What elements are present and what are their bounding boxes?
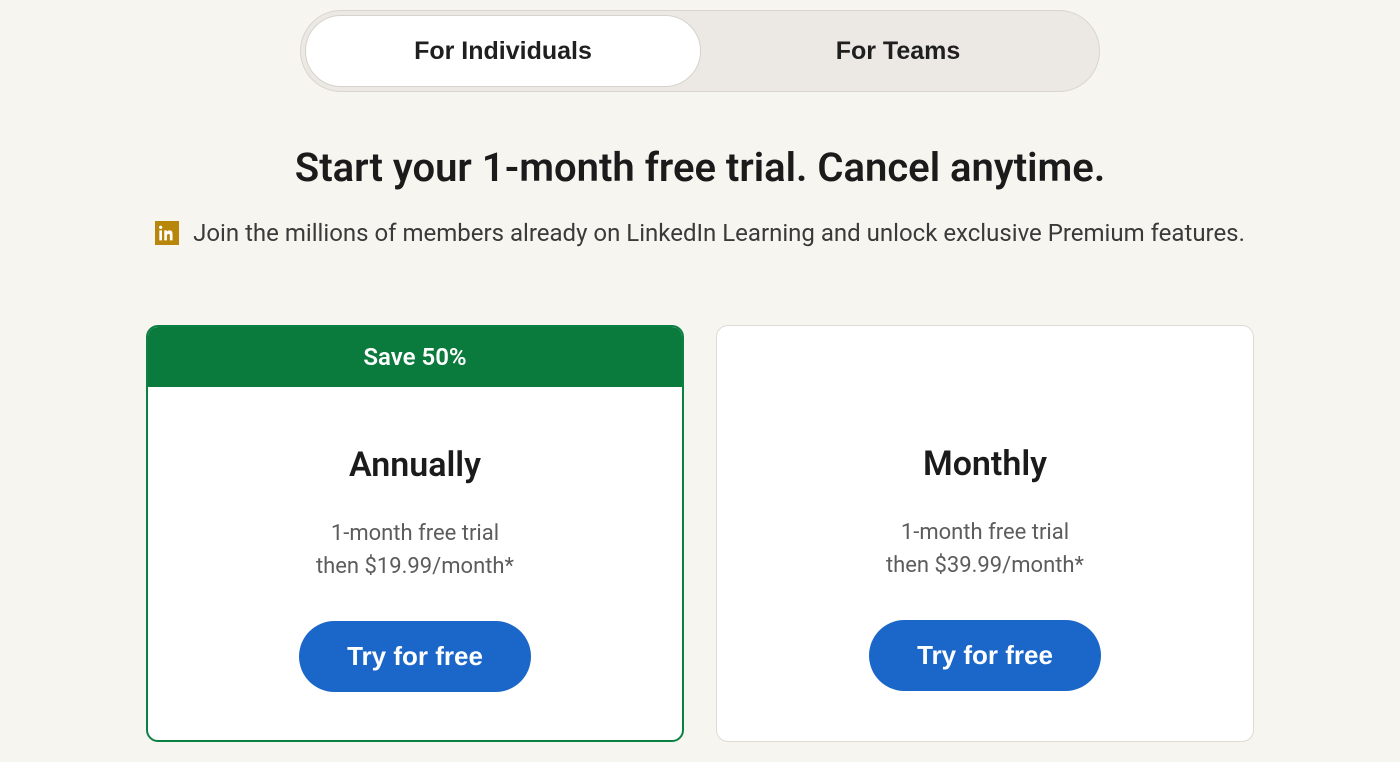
audience-toggle: For Individuals For Teams (300, 10, 1100, 92)
plan-monthly-desc: 1-month free trial then $39.99/month* (886, 516, 1084, 582)
pricing-plans: Save 50% Annually 1-month free trial the… (146, 325, 1254, 742)
plan-annually: Save 50% Annually 1-month free trial the… (146, 325, 684, 742)
tab-individuals[interactable]: For Individuals (305, 15, 701, 87)
try-free-annually-button[interactable]: Try for free (299, 621, 531, 692)
linkedin-icon (155, 221, 179, 245)
try-free-monthly-button[interactable]: Try for free (869, 620, 1101, 691)
save-badge: Save 50% (148, 327, 682, 387)
plan-annually-title: Annually (349, 445, 481, 485)
plan-monthly-line1: 1-month free trial (886, 516, 1084, 549)
plan-monthly-title: Monthly (923, 444, 1047, 484)
plan-annually-desc: 1-month free trial then $19.99/month* (316, 517, 514, 583)
plan-annually-line2: then $19.99/month* (316, 550, 514, 583)
subline-text: Join the millions of members already on … (193, 219, 1245, 247)
plan-monthly-line2: then $39.99/month* (886, 549, 1084, 582)
plan-annually-line1: 1-month free trial (316, 517, 514, 550)
tab-teams[interactable]: For Teams (701, 15, 1095, 87)
plan-monthly: Monthly 1-month free trial then $39.99/m… (716, 325, 1254, 742)
page-headline: Start your 1-month free trial. Cancel an… (295, 144, 1105, 191)
page-subline: Join the millions of members already on … (155, 219, 1245, 247)
